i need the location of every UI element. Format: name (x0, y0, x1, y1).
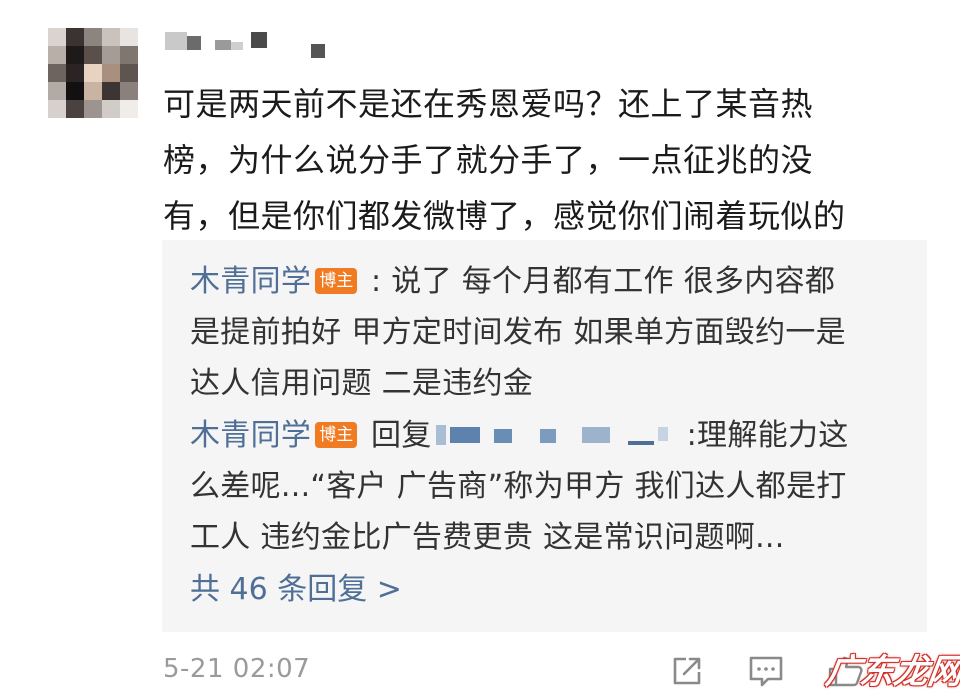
reply-verb: 回复 (361, 418, 432, 453)
reply-line: 木青同学 博主 回复 :理解能力这 (190, 410, 910, 461)
more-replies-link[interactable]: 共 46 条回复 > (190, 568, 402, 612)
blogger-badge: 博主 (315, 422, 358, 448)
username-masked[interactable] (165, 30, 335, 60)
comment-body: 可是两天前不是还在秀恩爱吗？还上了某音热 榜，为什么说分手了就分手了，一点征兆的… (163, 76, 923, 244)
reply-item[interactable]: 木青同学 博主 : 说了 每个月都有工作 很多内容都 是提前拍好 甲方定时间发布 … (190, 256, 910, 409)
replies-box: 木青同学 博主 : 说了 每个月都有工作 很多内容都 是提前拍好 甲方定时间发布 … (162, 240, 927, 632)
reply-item[interactable]: 木青同学 博主 回复 :理解能力这 么差呢...“客户 广告商”称为甲方 我们达人都… (190, 410, 910, 563)
comment-timestamp: 5-21 02:07 (163, 654, 311, 684)
reply-separator: : (361, 264, 392, 299)
reply-author[interactable]: 木青同学 (190, 418, 311, 453)
reply-line: 么差呢...“客户 广告商”称为甲方 我们达人都是打 (190, 469, 847, 504)
comment-line: 可是两天前不是还在秀恩爱吗？还上了某音热 (163, 85, 814, 123)
site-watermark: 广东龙网 (823, 652, 960, 692)
share-icon[interactable] (670, 654, 704, 688)
reply-line: 是提前拍好 甲方定时间发布 如果单方面毁约一是 (190, 315, 846, 350)
reply-target-masked[interactable] (432, 419, 687, 449)
comment-card: 可是两天前不是还在秀恩爱吗？还上了某音热 榜，为什么说分手了就分手了，一点征兆的… (0, 0, 960, 699)
reply-author[interactable]: 木青同学 (190, 264, 311, 299)
reply-text: :理解能力这 (686, 418, 849, 453)
reply-line: 达人信用问题 二是违约金 (190, 366, 534, 401)
blogger-badge: 博主 (315, 268, 358, 294)
reply-line: 工人 违约金比广告费更贵 这是常识问题啊... (190, 520, 785, 555)
reply-line: 木青同学 博主 : 说了 每个月都有工作 很多内容都 (190, 256, 910, 307)
comment-line: 榜，为什么说分手了就分手了，一点征兆的没 (163, 141, 814, 179)
reply-text: 说了 每个月都有工作 很多内容都 (391, 264, 836, 299)
comment-line: 有，但是你们都发微博了，感觉你们闹着玩似的 (163, 197, 846, 235)
avatar[interactable] (48, 28, 138, 118)
comment-icon[interactable] (748, 654, 783, 688)
